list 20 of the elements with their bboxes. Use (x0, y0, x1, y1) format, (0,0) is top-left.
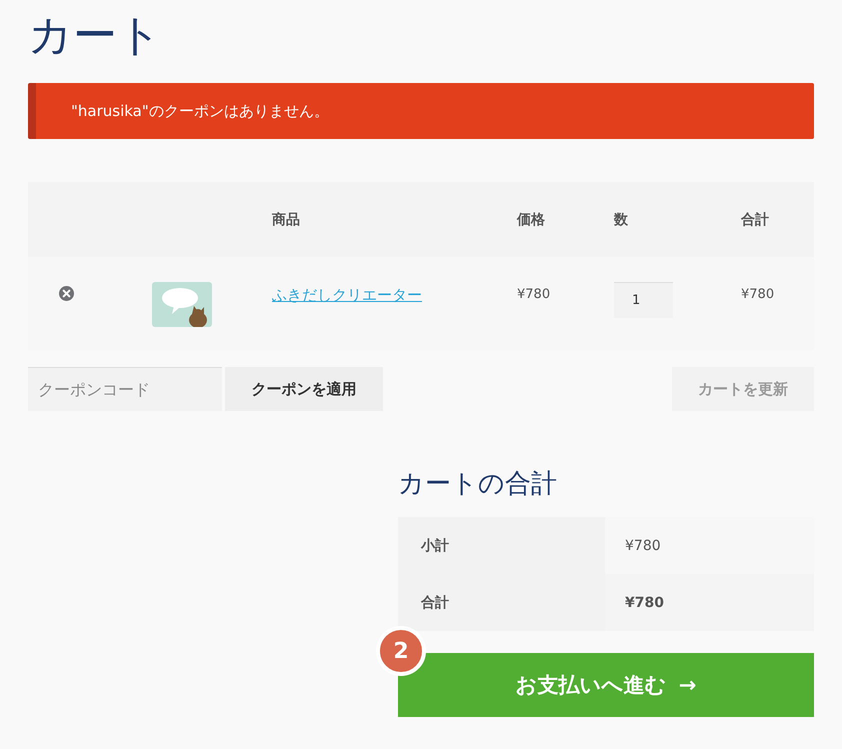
column-header: 数 (612, 210, 629, 228)
totals-value: ¥780 (625, 538, 661, 554)
quantity-field[interactable]: 1 (614, 282, 673, 318)
page-title: カート (28, 10, 162, 62)
totals-value: ¥780 (625, 594, 664, 610)
column-header: 商品 (271, 210, 301, 228)
price-text: ¥780 (517, 286, 550, 304)
step-badge: 2 (376, 626, 426, 676)
notice-text: "harusika"のクーポンはありません。 (71, 102, 329, 120)
totals-label: 合計 (421, 594, 449, 612)
arrow-icon: → (678, 673, 696, 697)
coupon-field[interactable]: クーポンコード (28, 367, 222, 411)
remove-icon[interactable] (59, 286, 74, 301)
totals-title: カートの合計 (398, 468, 557, 501)
column-header: 合計 (740, 210, 770, 228)
line-total-text: ¥780 (741, 286, 774, 304)
product-link[interactable]: ふきだしクリエーター (272, 286, 422, 304)
totals-label: 小計 (421, 536, 449, 554)
column-header: 価格 (516, 210, 546, 228)
apply-coupon-button[interactable]: クーポンを適用 (225, 367, 383, 411)
